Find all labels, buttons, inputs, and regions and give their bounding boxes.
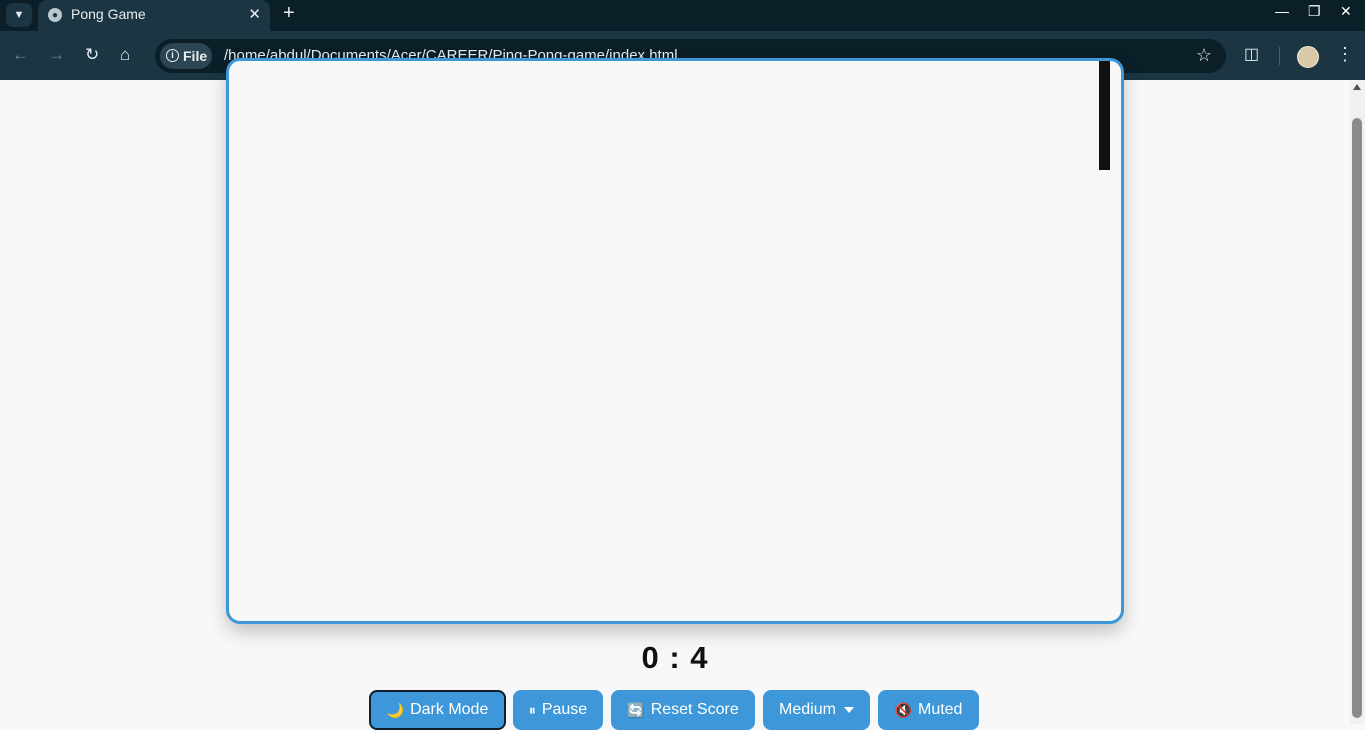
chevron-down-icon: ▼ xyxy=(13,9,25,21)
tab-strip: ▼ ● Pong Game ✕ + — ❐ ✕ xyxy=(0,0,1365,31)
globe-icon: ● xyxy=(48,8,62,22)
site-info-chip[interactable]: i File xyxy=(160,43,212,69)
score-display: 0 : 4 xyxy=(641,640,709,675)
info-icon: i xyxy=(166,49,179,62)
profile-avatar[interactable] xyxy=(1297,46,1319,68)
reset-score-button[interactable]: 🔄 Reset Score xyxy=(611,690,755,730)
tab-pong-game[interactable]: ● Pong Game ✕ xyxy=(38,0,270,31)
minimize-icon[interactable]: — xyxy=(1275,3,1289,19)
site-info-label: File xyxy=(183,48,208,64)
tab-title: Pong Game xyxy=(71,6,146,22)
extensions-icon[interactable]: ◫ xyxy=(1244,44,1259,64)
home-icon[interactable]: ⌂ xyxy=(120,45,130,65)
restore-icon[interactable]: ❐ xyxy=(1308,3,1321,20)
difficulty-select[interactable]: Medium xyxy=(763,690,870,730)
close-icon[interactable]: ✕ xyxy=(248,5,261,23)
reset-score-label: Reset Score xyxy=(650,701,739,718)
pause-label: Pause xyxy=(541,701,588,718)
refresh-icon: 🔄 xyxy=(627,701,645,718)
menu-kebab-icon[interactable]: ⋮ xyxy=(1336,44,1354,65)
bookmark-star-icon[interactable]: ☆ xyxy=(1196,45,1212,66)
scroll-thumb[interactable] xyxy=(1352,118,1362,718)
right-paddle xyxy=(1099,61,1110,170)
reload-icon[interactable]: ↻ xyxy=(85,45,99,65)
tab-search-button[interactable]: ▼ xyxy=(6,3,32,27)
vertical-scrollbar[interactable] xyxy=(1350,80,1365,724)
difficulty-label: Medium xyxy=(779,701,836,718)
dark-mode-label: Dark Mode xyxy=(410,701,489,718)
close-window-icon[interactable]: ✕ xyxy=(1340,3,1352,20)
toolbar-divider xyxy=(1279,47,1280,65)
sound-label: Muted xyxy=(917,701,963,718)
pause-icon: ⏸ xyxy=(528,701,536,718)
back-arrow-icon[interactable]: ← xyxy=(12,45,29,65)
controls-bar: 🌙 Dark Mode ⏸ Pause 🔄 Reset Score Medium… xyxy=(0,690,1350,730)
pause-button[interactable]: ⏸ Pause xyxy=(513,690,603,730)
new-tab-button[interactable]: + xyxy=(283,2,295,25)
muted-speaker-icon: 🔇 xyxy=(894,701,912,718)
moon-icon: 🌙 xyxy=(386,701,405,718)
caret-down-icon xyxy=(843,707,854,713)
forward-arrow-icon[interactable]: → xyxy=(48,45,65,65)
sound-toggle-button[interactable]: 🔇 Muted xyxy=(878,690,979,730)
game-canvas[interactable] xyxy=(226,58,1124,624)
dark-mode-button[interactable]: 🌙 Dark Mode xyxy=(369,690,506,730)
scroll-up-arrow-icon[interactable] xyxy=(1353,84,1361,90)
